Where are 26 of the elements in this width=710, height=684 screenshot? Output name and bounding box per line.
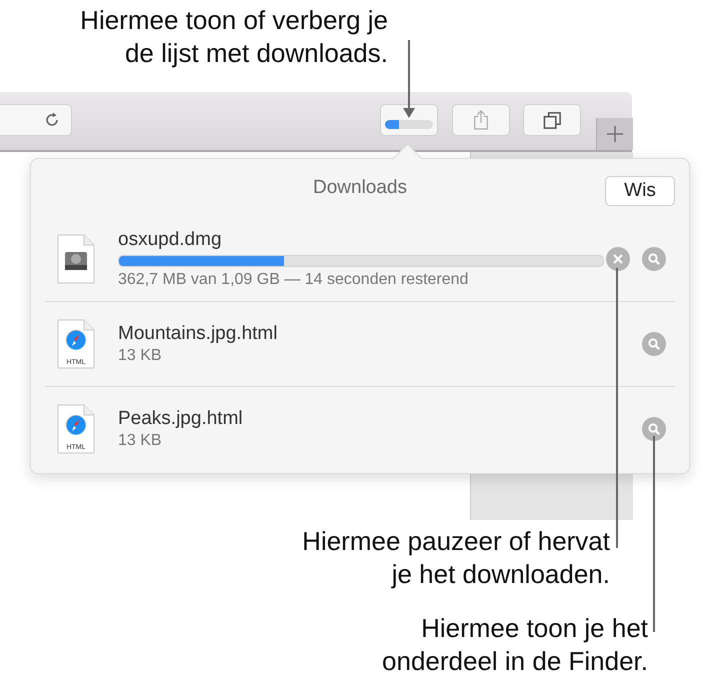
file-detail: 13 KB: [118, 347, 163, 365]
tabs-icon: [542, 110, 562, 130]
search-icon[interactable]: [642, 332, 666, 356]
file-name: Peaks.jpg.html: [118, 408, 244, 430]
popover-title: Downloads: [313, 177, 407, 199]
callout-text: Hiermee pauzeer of hervat je het downloaden.: [302, 525, 610, 591]
new-tab-button[interactable]: [596, 118, 633, 150]
download-button[interactable]: [380, 104, 438, 136]
file-name: osxupd.dmg: [118, 229, 223, 251]
file-detail: 13 KB: [118, 432, 163, 450]
callout-text: Hiermee toon je het onderdeel in de Finder.: [382, 612, 648, 678]
cancel-icon[interactable]: [606, 247, 630, 271]
search-icon[interactable]: [642, 417, 666, 441]
callout-text: Hiermee toon of verberg je de lijst met downloads.: [80, 4, 388, 70]
share-icon: [472, 109, 490, 131]
address-field[interactable]: [0, 104, 72, 136]
file-detail: 362,7 MB van 1,09 GB — 14 seconden resterend: [118, 271, 470, 289]
share-button[interactable]: [452, 104, 510, 136]
html-file-icon: [56, 404, 96, 454]
disk-image-file-icon: [56, 234, 96, 284]
tabs-button[interactable]: [523, 104, 581, 136]
search-icon[interactable]: [642, 247, 666, 271]
file-name: Mountains.jpg.html: [118, 323, 278, 345]
clear-button[interactable]: Wis: [605, 176, 675, 206]
plus-icon: [606, 125, 624, 143]
html-file-icon: [56, 319, 96, 369]
